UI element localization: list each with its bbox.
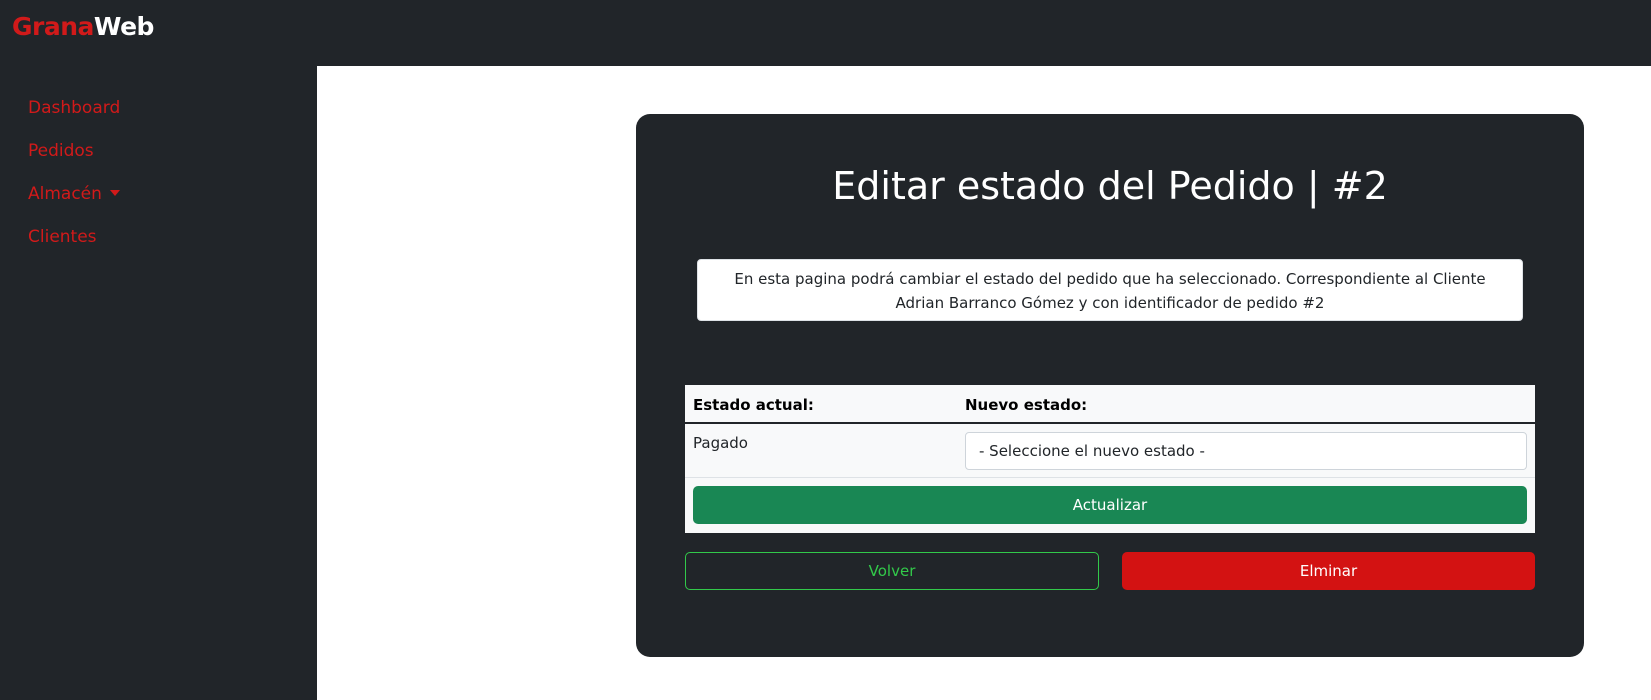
brand-part-1: Grana bbox=[12, 12, 94, 41]
back-button[interactable]: Volver bbox=[685, 552, 1099, 590]
page-title: Editar estado del Pedido | #2 bbox=[832, 164, 1388, 208]
status-table: Estado actual: Nuevo estado: Pagado - Se… bbox=[685, 385, 1535, 533]
sidebar-item-clientes[interactable]: Clientes bbox=[28, 227, 97, 247]
header-divider bbox=[685, 422, 1535, 424]
sidebar-item-dashboard[interactable]: Dashboard bbox=[28, 98, 120, 118]
current-status-value: Pagado bbox=[693, 434, 748, 452]
edit-order-card: Editar estado del Pedido | #2 En esta pa… bbox=[636, 114, 1584, 657]
brand-part-2: Web bbox=[93, 12, 155, 41]
sidebar-item-label: Dashboard bbox=[28, 98, 121, 118]
sidebar-item-pedidos[interactable]: Pedidos bbox=[28, 141, 94, 161]
new-status-select[interactable]: - Seleccione el nuevo estado - bbox=[965, 432, 1527, 470]
row-divider bbox=[685, 477, 1535, 478]
top-navbar: GranaWeb bbox=[0, 0, 1651, 66]
info-box: En esta pagina podrá cambiar el estado d… bbox=[697, 259, 1523, 321]
sidebar-item-almacen[interactable]: Almacén bbox=[28, 184, 120, 204]
delete-button[interactable]: Elminar bbox=[1122, 552, 1535, 590]
sidebar-item-label: Almacén bbox=[28, 184, 102, 204]
sidebar-item-label: Clientes bbox=[28, 227, 97, 247]
update-button[interactable]: Actualizar bbox=[693, 486, 1527, 524]
brand-logo[interactable]: GranaWeb bbox=[12, 12, 154, 41]
header-new-status: Nuevo estado: bbox=[965, 396, 1088, 414]
header-current-status: Estado actual: bbox=[693, 396, 814, 414]
caret-down-icon bbox=[109, 190, 120, 196]
sidebar-item-label: Pedidos bbox=[28, 141, 94, 161]
sidebar: Dashboard Pedidos Almacén Clientes bbox=[0, 66, 317, 700]
